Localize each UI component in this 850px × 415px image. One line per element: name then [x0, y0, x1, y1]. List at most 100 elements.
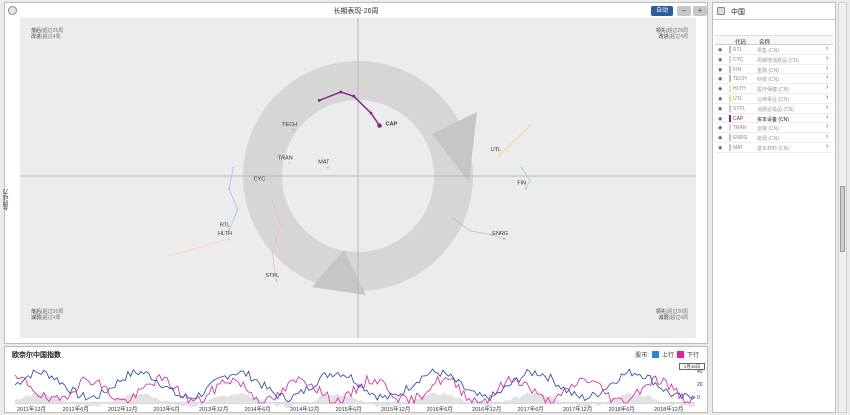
sector-color-swatch: [729, 134, 731, 142]
quadrant-label-top-left: 落后(超过26周 改进(超过4周: [31, 28, 64, 40]
eye-icon[interactable]: ◉: [718, 116, 722, 122]
chevron-right-icon[interactable]: ›: [826, 45, 828, 52]
zoom-in-button[interactable]: +: [693, 6, 707, 16]
eye-icon[interactable]: ◉: [718, 86, 722, 92]
series-point-rtl: [228, 187, 230, 190]
sector-row-hlth[interactable]: ◉ HLTH 医疗保健 (CN) ›: [715, 84, 833, 94]
index-line-chart[interactable]: [5, 347, 709, 413]
sector-row-fin[interactable]: ◉ FIN 金融 (CN) ›: [715, 65, 833, 75]
sector-color-swatch: [729, 55, 731, 63]
sector-row-cap[interactable]: ◉ CAP 资本设备 (CN) ›: [715, 114, 833, 124]
sector-code: FIN: [733, 66, 742, 73]
sector-color-swatch: [729, 46, 731, 53]
series-point-rtl: [236, 208, 239, 211]
index-y-axis: 40 20 0: [697, 365, 709, 405]
sector-name: 医疗保健 (CN): [757, 87, 789, 94]
y-tick-label: 20: [697, 382, 703, 388]
chevron-right-icon[interactable]: ›: [826, 94, 828, 101]
series-label-stpl: STPL: [265, 273, 279, 279]
sector-color-swatch: [729, 75, 731, 83]
chevron-right-icon[interactable]: ›: [826, 143, 828, 150]
eye-icon[interactable]: ◉: [718, 76, 722, 82]
series-point-stpl: [275, 279, 278, 283]
region-label: 中国: [731, 9, 745, 16]
sector-code: ENRG: [733, 135, 748, 142]
series-point-utl: [498, 153, 502, 157]
rotation-svg: CAP TECH RTL CYC TRAN MAT UTL FIN STPL ENRG HLTH: [20, 18, 696, 338]
sector-row-cyc[interactable]: ◉ CYC 周期性消费品 (CN) ›: [715, 55, 833, 65]
region-header[interactable]: 中国: [713, 3, 835, 20]
eye-icon[interactable]: ◉: [718, 135, 722, 141]
sector-name: 能源 (CN): [757, 136, 779, 143]
scrollbar-thumb[interactable]: [840, 186, 845, 252]
sector-code: UTL: [733, 95, 743, 102]
sector-name: 科技 (CN): [757, 77, 779, 84]
sector-color-swatch: [729, 85, 731, 93]
rotation-chart-panel: 长期表现-26周 自动 − + 4周动力 CAP TECH RTL CYC TRAN MA…: [4, 2, 708, 344]
sector-row-stpl[interactable]: ◉ STPL 消费必需品 (CN) ›: [715, 104, 833, 114]
series-point-fin: [529, 179, 531, 181]
series-point-hlth: [168, 255, 170, 257]
chevron-right-icon[interactable]: ›: [826, 55, 828, 62]
zoom-out-button[interactable]: −: [677, 6, 691, 16]
chevron-right-icon[interactable]: ›: [826, 84, 828, 91]
uptrend-line: [14, 368, 696, 403]
sector-code: TECH: [733, 76, 747, 83]
series-point-hlth: [198, 246, 200, 249]
sector-table: 代码 名称 ◉ RTL 零售 (CN) › ◉ CYC 周期性消费品 (CN) › ◉ FIN 金融…: [715, 35, 833, 153]
series-point-rtl: [232, 166, 235, 169]
sector-row-rtl[interactable]: ◉ RTL 零售 (CN) ›: [715, 45, 833, 55]
eye-icon[interactable]: ◉: [718, 125, 722, 131]
sector-color-swatch: [729, 114, 731, 122]
series-point-fin: [524, 187, 527, 190]
series-point-stpl: [271, 250, 273, 253]
x-tick-label: 2012年12月: [108, 407, 138, 413]
eye-icon[interactable]: ◉: [718, 96, 722, 102]
eye-icon[interactable]: ◉: [718, 47, 722, 53]
sector-row-mat[interactable]: ◉ MAT 基本材料 (CN) ›: [715, 143, 833, 153]
sector-row-enrg[interactable]: ◉ ENRG 能源 (CN) ›: [715, 133, 833, 143]
series-point-cyc: [266, 158, 269, 160]
eye-icon[interactable]: ◉: [718, 67, 722, 73]
series-point-cyc: [271, 171, 273, 173]
chevron-right-icon[interactable]: ›: [826, 114, 828, 121]
sector-row-utl[interactable]: ◉ UTL 公用事业 (CN) ›: [715, 94, 833, 104]
series-point-cap: [377, 123, 382, 128]
quadrant-label-bottom-right: 领先(超过26周 减弱(超过4周: [655, 309, 688, 321]
sector-row-tran[interactable]: ◉ TRAN 运输 (CN) ›: [715, 123, 833, 134]
sector-rows: ◉ RTL 零售 (CN) › ◉ CYC 周期性消费品 (CN) › ◉ FIN 金融 (CN) ›…: [715, 45, 833, 153]
series-point-stpl: [279, 225, 282, 228]
chevron-right-icon[interactable]: ›: [826, 123, 828, 130]
x-tick-label: 2013年6月: [153, 407, 180, 413]
y-tick-label: 40: [697, 369, 703, 375]
sector-name: 零售 (CN): [757, 48, 779, 54]
series-point-tran: [288, 162, 291, 165]
chevron-right-icon[interactable]: ›: [826, 65, 828, 72]
x-tick-label: 2011年12月: [17, 407, 46, 413]
sector-code: RTL: [733, 47, 743, 53]
sector-name: 基本材料 (CN): [757, 145, 789, 152]
series-point-cyc: [262, 183, 265, 186]
series-point-utl: [529, 124, 531, 127]
eye-icon[interactable]: ◉: [718, 57, 722, 63]
eye-icon[interactable]: ◉: [718, 106, 722, 112]
sector-name: 金融 (CN): [757, 67, 779, 74]
x-tick-label: 2014年6月: [244, 407, 271, 413]
eye-icon[interactable]: ◉: [718, 145, 722, 151]
chevron-right-icon[interactable]: ›: [826, 104, 828, 111]
series-point-enrg: [469, 229, 471, 232]
x-tick-label: 2014年12月: [290, 407, 320, 413]
sector-color-swatch: [729, 104, 731, 112]
rotation-plot-area[interactable]: CAP TECH RTL CYC TRAN MAT UTL FIN STPL ENRG HLTH 落…: [20, 18, 696, 338]
sidebar-scrollbar[interactable]: [838, 2, 847, 413]
auto-button[interactable]: 自动: [651, 6, 673, 16]
series-label-tran: TRAN: [278, 155, 293, 161]
sector-row-tech[interactable]: ◉ TECH 科技 (CN) ›: [715, 74, 833, 85]
series-point-fin: [520, 166, 523, 169]
x-tick-label: 2016年12月: [472, 407, 502, 413]
chevron-right-icon[interactable]: ›: [826, 74, 828, 81]
quadrant-label-bottom-left: 落后(超过26周 减弱(超过4周: [31, 309, 64, 321]
series-label-fin: FIN: [517, 181, 526, 187]
chevron-right-icon[interactable]: ›: [826, 133, 828, 140]
sector-code: CYC: [733, 56, 744, 63]
